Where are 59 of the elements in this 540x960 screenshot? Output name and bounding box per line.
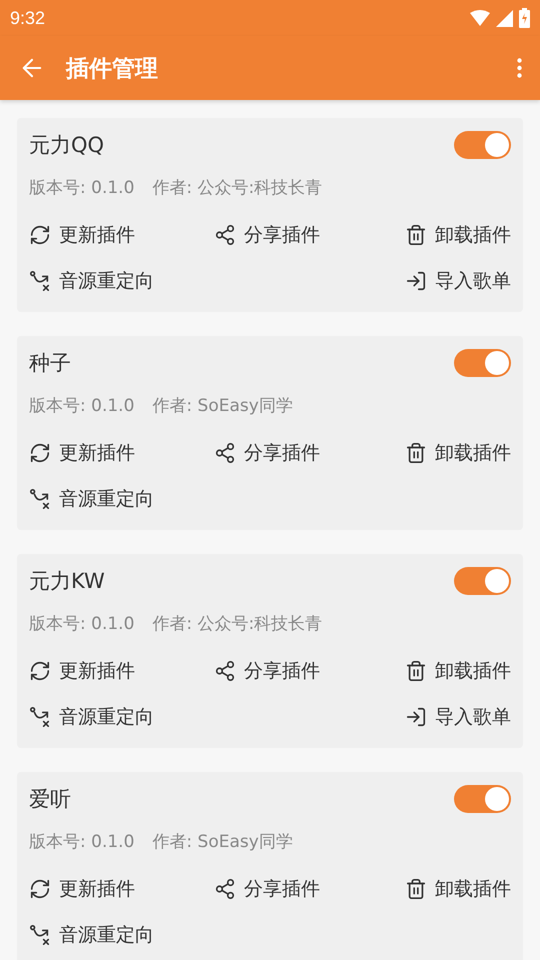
trash-icon (405, 878, 427, 900)
trash-icon (405, 224, 427, 246)
share-icon (214, 878, 236, 900)
redirect-button[interactable]: 音源重定向 (29, 258, 154, 304)
import-button[interactable]: 导入歌单 (405, 258, 511, 304)
share-button[interactable]: 分享插件 (214, 212, 320, 258)
redirect-button[interactable]: 音源重定向 (29, 476, 154, 522)
redirect-button[interactable]: 音源重定向 (29, 694, 154, 740)
update-button[interactable]: 更新插件 (29, 430, 135, 476)
refresh-icon (29, 878, 51, 900)
plugin-name: 种子 (29, 350, 71, 377)
signal-icon (496, 10, 513, 26)
wifi-icon (470, 10, 490, 26)
refresh-icon (29, 224, 51, 246)
import-icon (405, 706, 427, 728)
refresh-icon (29, 442, 51, 464)
import-button[interactable]: 导入歌单 (405, 694, 511, 740)
plugin-name: 爱听 (29, 786, 71, 813)
update-button[interactable]: 更新插件 (29, 212, 135, 258)
enable-switch[interactable] (454, 131, 511, 159)
uninstall-button[interactable]: 卸载插件 (405, 430, 511, 476)
version-text: 版本号: 0.1.0 (29, 176, 134, 198)
version-text: 版本号: 0.1.0 (29, 394, 134, 416)
share-button[interactable]: 分享插件 (214, 866, 320, 912)
version-text: 版本号: 0.1.0 (29, 612, 134, 634)
trash-icon (405, 660, 427, 682)
battery-icon (519, 8, 530, 28)
update-button[interactable]: 更新插件 (29, 866, 135, 912)
update-button[interactable]: 更新插件 (29, 648, 135, 694)
uninstall-button[interactable]: 卸载插件 (405, 648, 511, 694)
redirect-icon (29, 270, 51, 292)
plugin-name: 元力KW (29, 568, 105, 595)
author-text: 作者: SoEasy同学 (152, 830, 293, 852)
enable-switch[interactable] (454, 349, 511, 377)
plugin-name: 元力QQ (29, 132, 104, 159)
redirect-button[interactable]: 音源重定向 (29, 912, 154, 958)
author-text: 作者: 公众号:科技长青 (152, 612, 322, 634)
status-time: 9:32 (10, 8, 46, 28)
share-icon (214, 224, 236, 246)
uninstall-button[interactable]: 卸载插件 (405, 866, 511, 912)
redirect-icon (29, 924, 51, 946)
share-button[interactable]: 分享插件 (214, 648, 320, 694)
enable-switch[interactable] (454, 785, 511, 813)
share-button[interactable]: 分享插件 (214, 430, 320, 476)
author-text: 作者: SoEasy同学 (152, 394, 293, 416)
author-text: 作者: 公众号:科技长青 (152, 176, 322, 198)
page-title: 插件管理 (66, 54, 159, 84)
more-icon (517, 58, 522, 78)
enable-switch[interactable] (454, 567, 511, 595)
share-icon (214, 442, 236, 464)
uninstall-button[interactable]: 卸载插件 (405, 212, 511, 258)
redirect-icon (29, 706, 51, 728)
share-icon (214, 660, 236, 682)
refresh-icon (29, 660, 51, 682)
trash-icon (405, 442, 427, 464)
menu-button[interactable] (517, 58, 522, 78)
redirect-icon (29, 488, 51, 510)
version-text: 版本号: 0.1.0 (29, 830, 134, 852)
import-icon (405, 270, 427, 292)
